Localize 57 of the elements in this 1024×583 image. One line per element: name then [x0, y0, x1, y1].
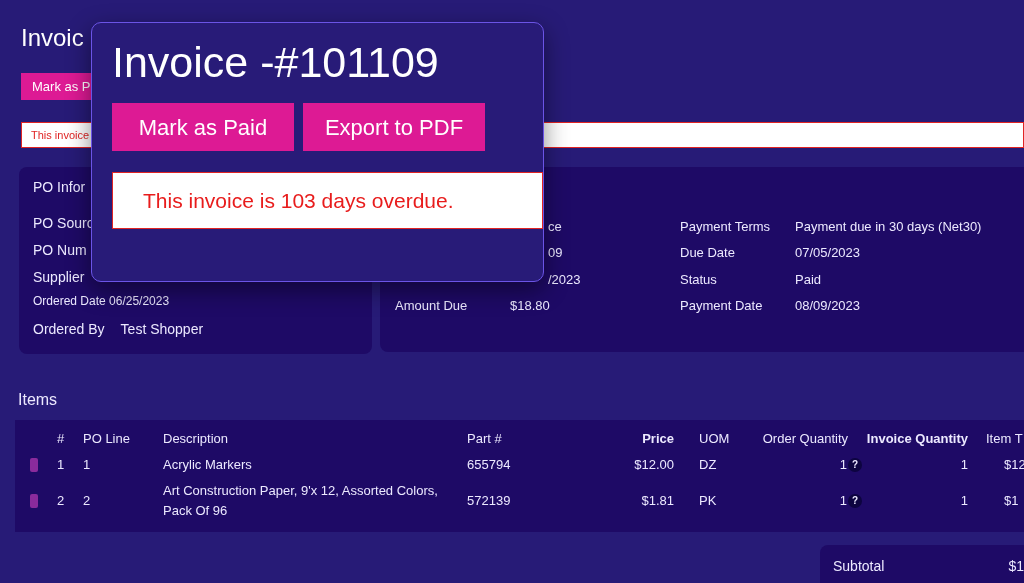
popup-button[interactable]: Export to PDF — [303, 103, 485, 151]
row-marker-icon — [30, 457, 38, 472]
column-header: Price — [642, 431, 674, 447]
table-cell: 1 — [960, 492, 968, 508]
table-cell: 1 — [960, 456, 968, 472]
overdue-alert: This invoice is 103 days overdue. — [112, 172, 543, 229]
field-label: Payment Terms — [680, 218, 771, 234]
table-cell: 2 — [83, 492, 91, 508]
column-header: Description — [163, 430, 230, 449]
field-label: Amount Due — [395, 298, 468, 313]
column-header: Order Quantity — [762, 430, 848, 449]
table-cell: 1 — [57, 456, 65, 472]
total-value: $1 — [1008, 557, 1024, 576]
field-value: $18.80 — [510, 298, 550, 313]
section-title: Items — [18, 390, 58, 410]
column-header: Invoice Quantity — [866, 431, 968, 447]
column-header: Item T — [986, 431, 1023, 447]
field-label: Status — [680, 271, 717, 287]
field-value: /2023 — [548, 271, 581, 287]
table-cell: $1.81 — [641, 492, 674, 508]
table-cell: PK — [699, 492, 717, 508]
row-marker-icon — [30, 493, 38, 508]
column-header: Part # — [467, 431, 502, 447]
table-cell-text: Art Construction Paper, 9'x 12, Assorted Colors, Pack Of 96 — [163, 482, 439, 520]
popup-button[interactable]: Mark as Paid — [112, 103, 294, 151]
table-cell: 655794 — [467, 456, 511, 472]
total-label: Subtotal — [833, 557, 886, 576]
table-cell: 572139 — [467, 492, 511, 508]
table-cell-text: 1 — [839, 491, 847, 510]
help-icon[interactable]: ? — [848, 457, 862, 472]
help-icon[interactable]: ? — [848, 493, 862, 508]
field-label: Due Date — [680, 245, 735, 260]
field-value: 09 — [548, 245, 563, 260]
table-cell-text: Acrylic Markers — [163, 455, 253, 474]
card-title: PO Infor — [33, 178, 86, 195]
table-cell: $1 — [1004, 492, 1019, 508]
field-value: 07/05/2023 — [795, 244, 861, 262]
field-label: PO Num — [33, 241, 87, 259]
table-cell: 1 — [83, 456, 91, 472]
field-value: Test Shopper — [120, 320, 204, 339]
column-header: # — [57, 431, 65, 447]
field-label: Supplier — [33, 268, 85, 286]
table-cell: DZ — [699, 456, 717, 472]
field-value: Paid — [795, 270, 822, 289]
table-cell-text: 1 — [839, 455, 847, 474]
field-label: Ordered By — [33, 320, 105, 339]
field-label: Payment Date — [680, 298, 763, 313]
field-value: ce — [548, 218, 562, 234]
field-value: 08/09/2023 — [795, 297, 861, 315]
page-title: Invoic — [21, 24, 84, 52]
field-value: Payment due in 30 days (Net30) — [795, 217, 982, 236]
column-header: PO Line — [83, 431, 130, 447]
table-cell: 2 — [57, 492, 65, 508]
table-cell: $12.00 — [634, 456, 674, 472]
column-header: UOM — [699, 431, 730, 447]
ordered-date: Ordered Date 06/25/2023 — [33, 293, 170, 310]
field-label: PO Sourc — [33, 214, 94, 232]
